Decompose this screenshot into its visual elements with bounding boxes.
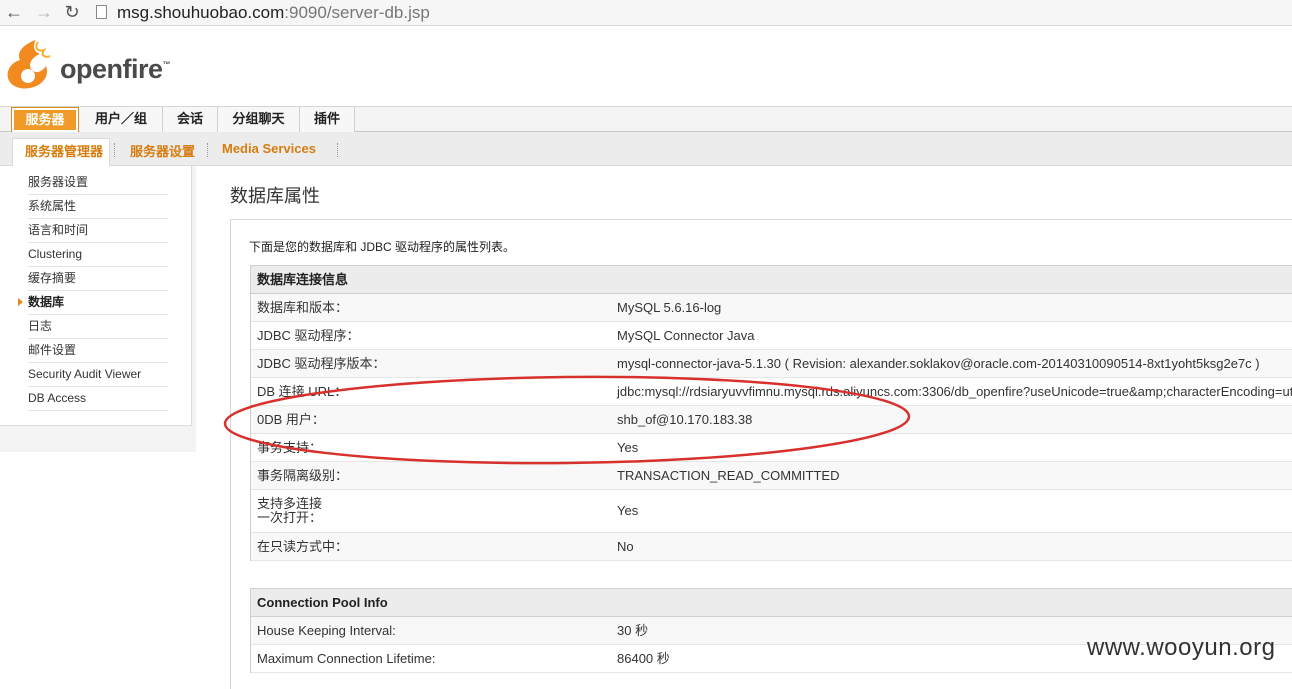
subtab-divider: [337, 143, 338, 157]
sidebar-item-db-access[interactable]: DB Access: [28, 387, 168, 411]
property-value: TRANSACTION_READ_COMMITTED: [617, 468, 840, 483]
property-value: MySQL 5.6.16-log: [617, 300, 722, 315]
sidebar-item-security-audit-viewer[interactable]: Security Audit Viewer: [28, 363, 168, 387]
table-row: 数据库和版本： MySQL 5.6.16-log: [251, 294, 1292, 322]
property-name: 事务支持：: [257, 440, 323, 455]
table-row: JDBC 驱动程序： MySQL Connector Java: [251, 322, 1292, 350]
property-name: DB 连接 URL：: [257, 384, 348, 399]
table-row: 在只读方式中： No: [251, 533, 1292, 561]
sub-navigation: 服务器管理器 服务器设置 Media Services: [0, 132, 1292, 166]
property-name: JDBC 驱动程序版本：: [257, 356, 386, 371]
forward-arrow-icon[interactable]: →: [34, 2, 54, 22]
openfire-logo-text: openfire™: [60, 54, 171, 84]
sidebar: 服务器设置 系统属性 语言和时间 Clustering 缓存摘要 数据库 日志 …: [0, 166, 196, 452]
tab-users-groups[interactable]: 用户／组: [80, 107, 163, 133]
subtab-server-manager[interactable]: 服务器管理器: [25, 141, 103, 160]
table-header: Connection Pool Info: [251, 588, 1292, 617]
property-value: mysql-connector-java-5.1.30 ( Revision: …: [617, 356, 1260, 371]
property-value: Yes: [617, 503, 639, 518]
property-value: 86400 秒: [617, 651, 670, 666]
table-row: 支持多连接 一次打开： Yes: [251, 490, 1292, 533]
back-arrow-icon[interactable]: ←: [4, 2, 24, 22]
property-value: No: [617, 539, 634, 554]
active-arrow-icon: [18, 298, 23, 306]
address-bar[interactable]: msg.shouhuobao.com:9090/server-db.jsp: [117, 3, 430, 23]
property-name: Maximum Connection Lifetime:: [257, 651, 436, 666]
table-header: 数据库连接信息: [251, 265, 1292, 294]
property-value: shb_of@10.170.183.38: [617, 412, 753, 427]
property-value: Yes: [617, 440, 639, 455]
property-value: 30 秒: [617, 623, 649, 638]
table-row: 事务隔离级别： TRANSACTION_READ_COMMITTED: [251, 462, 1292, 490]
tab-sessions[interactable]: 会话: [163, 107, 218, 133]
sidebar-panel: 服务器设置 系统属性 语言和时间 Clustering 缓存摘要 数据库 日志 …: [0, 166, 192, 426]
tab-plugins[interactable]: 插件: [300, 107, 355, 133]
sidebar-item-system-properties[interactable]: 系统属性: [28, 195, 168, 219]
property-name: 0DB 用户：: [257, 412, 325, 427]
page-title: 数据库属性: [230, 186, 320, 206]
sidebar-item-locale[interactable]: 语言和时间: [28, 219, 168, 243]
sidebar-item-label: 数据库: [28, 295, 65, 309]
property-name: 事务隔离级别：: [257, 468, 349, 483]
property-name: 数据库和版本：: [257, 300, 349, 315]
sidebar-item-email-settings[interactable]: 邮件设置: [28, 339, 168, 363]
intro-text: 下面是您的数据库和 JDBC 驱动程序的属性列表。: [249, 240, 516, 254]
table-row: 事务支持： Yes: [251, 434, 1292, 462]
property-name: JDBC 驱动程序：: [257, 328, 360, 343]
sidebar-item-database[interactable]: 数据库: [18, 291, 168, 315]
watermark: www.wooyun.org: [1087, 634, 1276, 661]
property-name: 支持多连接 一次打开：: [257, 496, 323, 525]
property-value: jdbc:mysql://rdsiaryuvvfimnu.mysql.rds.a…: [617, 384, 1292, 399]
sidebar-item-clustering[interactable]: Clustering: [28, 243, 168, 267]
subtab-divider: [207, 143, 208, 157]
property-name: 在只读方式中：: [257, 539, 349, 554]
table-row: JDBC 驱动程序版本： mysql-connector-java-5.1.30 …: [251, 350, 1292, 378]
browser-toolbar: ← → ↻ msg.shouhuobao.com:9090/server-db.…: [0, 0, 1292, 26]
subtab-divider: [114, 143, 115, 157]
table-row: 0DB 用户： shb_of@10.170.183.38: [251, 406, 1292, 434]
url-path: :9090/server-db.jsp: [284, 3, 430, 22]
sidebar-item-cache-summary[interactable]: 缓存摘要: [28, 267, 168, 291]
sidebar-item-logs[interactable]: 日志: [28, 315, 168, 339]
page-icon: [96, 5, 107, 19]
property-name: House Keeping Interval:: [257, 623, 396, 638]
tab-server[interactable]: 服务器: [11, 107, 79, 133]
sidebar-item-server-settings[interactable]: 服务器设置: [28, 171, 168, 195]
openfire-logo-icon: [7, 40, 51, 89]
tab-group-chat[interactable]: 分组聊天: [218, 107, 300, 133]
table-row: DB 连接 URL： jdbc:mysql://rdsiaryuvvfimnu.m…: [251, 378, 1292, 406]
db-connection-table: 数据库连接信息 数据库和版本： MySQL 5.6.16-log JDBC 驱动程…: [250, 265, 1292, 561]
property-value: MySQL Connector Java: [617, 328, 755, 343]
subtab-media-services[interactable]: Media Services: [222, 141, 316, 156]
reload-icon[interactable]: ↻: [62, 2, 82, 22]
subtab-server-settings[interactable]: 服务器设置: [130, 141, 195, 160]
main-navigation: 服务器 用户／组 会话 分组聊天 插件: [0, 106, 1292, 133]
url-host: msg.shouhuobao.com: [117, 3, 285, 22]
